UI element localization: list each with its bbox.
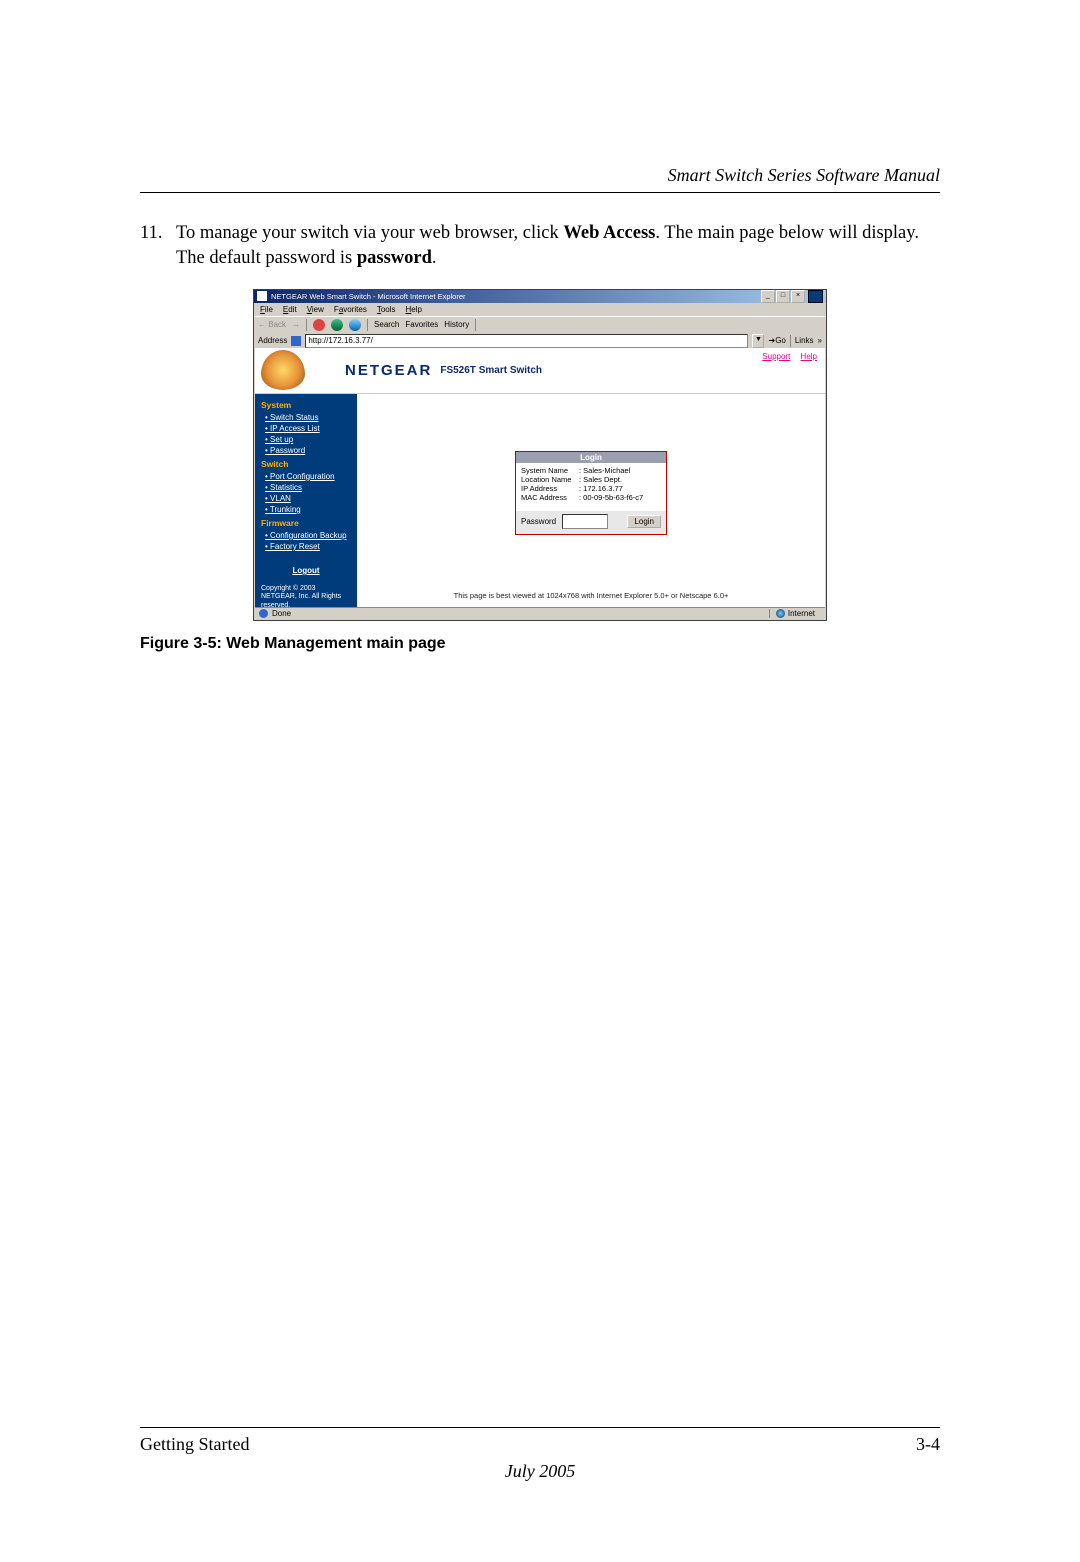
ie-window: NETGEAR Web Smart Switch - Microsoft Int…	[253, 289, 827, 621]
instruction-step: 11. To manage your switch via your web b…	[140, 221, 940, 271]
login-title: Login	[516, 452, 666, 463]
address-label: Address	[258, 336, 287, 345]
maximize-button[interactable]: □	[776, 290, 790, 303]
address-bar: Address http://172.16.3.77/ ▼ ➔Go Links …	[254, 333, 826, 349]
sidebar-item-switch-status[interactable]: Switch Status	[255, 412, 357, 423]
links-label[interactable]: Links	[795, 336, 814, 345]
logout-link[interactable]: Logout	[255, 562, 357, 579]
footer-page: 3-4	[916, 1434, 940, 1455]
globe-icon	[776, 609, 785, 618]
figure-caption: Figure 3-5: Web Management main page	[140, 635, 940, 653]
status-text: Done	[272, 609, 291, 618]
step-bold-webaccess: Web Access	[563, 223, 655, 243]
footer-date: July 2005	[140, 1461, 940, 1482]
step-post: .	[432, 248, 437, 268]
menubar: File Edit View Favorites Tools Help	[254, 303, 826, 316]
section-firmware: Firmware	[255, 515, 357, 530]
history-button[interactable]: History	[444, 320, 469, 329]
ip-label: IP Address	[521, 484, 579, 493]
step-text: To manage your switch via your web brows…	[176, 221, 940, 271]
password-label: Password	[521, 517, 556, 526]
login-button[interactable]: Login	[627, 515, 661, 528]
ie-icon	[257, 291, 267, 301]
netgear-badge-icon	[261, 350, 305, 390]
password-input[interactable]	[562, 514, 608, 529]
address-input[interactable]: http://172.16.3.77/	[305, 334, 748, 348]
ip-value: : 172.16.3.77	[579, 484, 623, 493]
help-link[interactable]: Help	[801, 352, 817, 361]
section-switch: Switch	[255, 456, 357, 471]
menu-file[interactable]: File	[260, 305, 273, 314]
system-name-label: System Name	[521, 466, 579, 475]
menu-favorites[interactable]: Favorites	[334, 305, 367, 314]
sidebar-item-statistics[interactable]: Statistics	[255, 482, 357, 493]
toolbar: ← Back → Search Favorites History	[254, 316, 826, 333]
step-pre: To manage your switch via your web brows…	[176, 223, 563, 243]
status-bar: Done Internet	[255, 607, 825, 619]
step-number: 11.	[140, 221, 176, 271]
sidebar-item-trunking[interactable]: Trunking	[255, 504, 357, 515]
status-icon	[259, 609, 268, 618]
brand-name: NETGEAR	[345, 362, 432, 379]
forward-button[interactable]: →	[292, 320, 300, 329]
main-pane: Login System Name: Sales-Michael Locatio…	[357, 393, 825, 608]
page-icon	[291, 336, 301, 346]
sidebar-item-configuration-backup[interactable]: Configuration Backup	[255, 530, 357, 541]
sidebar-item-ip-access-list[interactable]: IP Access List	[255, 423, 357, 434]
system-name-value: : Sales-Michael	[579, 466, 630, 475]
menu-help[interactable]: Help	[406, 305, 422, 314]
close-button[interactable]: ×	[791, 290, 805, 303]
step-bold-password: password	[357, 248, 432, 268]
footer-section: Getting Started	[140, 1434, 249, 1455]
back-button[interactable]: ← Back	[258, 320, 286, 329]
sidebar-item-vlan[interactable]: VLAN	[255, 493, 357, 504]
banner: NETGEAR FS526T Smart Switch Support Help	[255, 348, 825, 394]
menu-edit[interactable]: Edit	[283, 305, 297, 314]
favorites-button[interactable]: Favorites	[405, 320, 438, 329]
home-icon[interactable]	[349, 319, 361, 331]
sidebar-item-set-up[interactable]: Set up	[255, 434, 357, 445]
sidebar-item-port-configuration[interactable]: Port Configuration	[255, 471, 357, 482]
menu-tools[interactable]: Tools	[377, 305, 396, 314]
login-box: Login System Name: Sales-Michael Locatio…	[515, 451, 667, 535]
titlebar: NETGEAR Web Smart Switch - Microsoft Int…	[254, 290, 826, 303]
mac-value: : 00-09-5b-63-f6-c7	[579, 493, 643, 502]
menu-view[interactable]: View	[307, 305, 324, 314]
go-button[interactable]: ➔Go	[768, 336, 785, 345]
stop-icon[interactable]	[313, 319, 325, 331]
doc-header: Smart Switch Series Software Manual	[140, 165, 940, 193]
sidebar-item-password[interactable]: Password	[255, 445, 357, 456]
links-chevron-icon[interactable]: »	[818, 336, 822, 345]
window-title: NETGEAR Web Smart Switch - Microsoft Int…	[271, 292, 466, 301]
best-viewed-note: This page is best viewed at 1024x768 wit…	[357, 591, 825, 600]
location-label: Location Name	[521, 475, 579, 484]
section-system: System	[255, 397, 357, 412]
sidebar-item-factory-reset[interactable]: Factory Reset	[255, 541, 357, 552]
refresh-icon[interactable]	[331, 319, 343, 331]
address-dropdown[interactable]: ▼	[752, 334, 764, 348]
sidebar: System Switch Status IP Access List Set …	[255, 393, 357, 608]
mac-label: MAC Address	[521, 493, 579, 502]
minimize-button[interactable]: _	[761, 290, 775, 303]
zone-label: Internet	[788, 609, 815, 618]
ie-logo-icon	[808, 290, 823, 303]
model-name: FS526T Smart Switch	[440, 365, 542, 376]
location-value: : Sales Dept.	[579, 475, 622, 484]
search-button[interactable]: Search	[374, 320, 399, 329]
support-link[interactable]: Support	[762, 352, 790, 361]
